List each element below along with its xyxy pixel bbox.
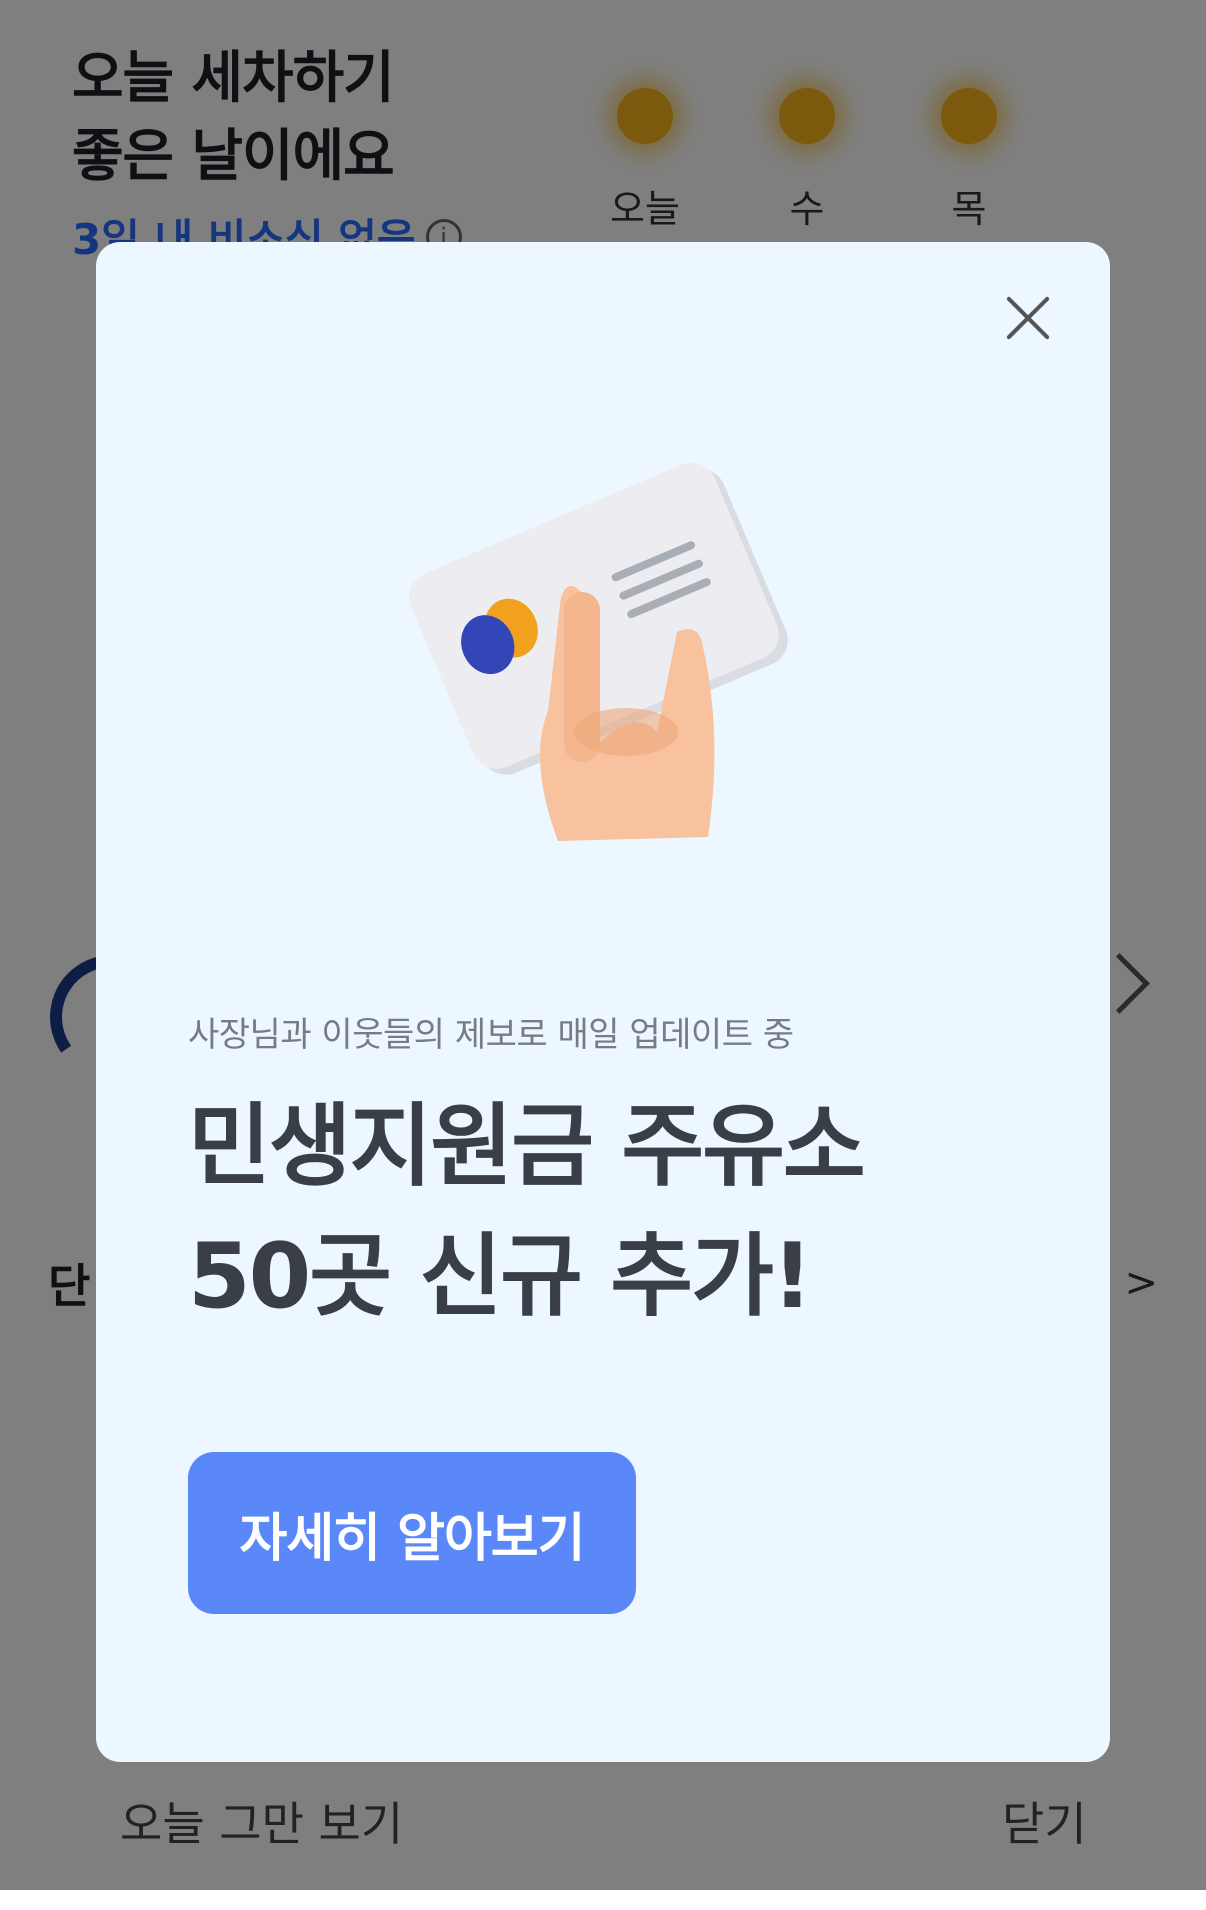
promo-modal: 사장님과 이웃들의 제보로 매일 업데이트 중 민생지원금 주유소 50곳 신규… bbox=[96, 242, 1110, 1762]
learn-more-button[interactable]: 자세히 알아보기 bbox=[188, 1452, 636, 1614]
modal-title-line-2: 50곳 신규 추가! bbox=[188, 1224, 813, 1329]
close-icon[interactable] bbox=[998, 287, 1060, 349]
dismiss-today-button[interactable]: 오늘 그만 보기 bbox=[120, 1788, 403, 1854]
modal-subtitle: 사장님과 이웃들의 제보로 매일 업데이트 중 bbox=[188, 1015, 794, 1055]
modal-title-line-1: 민생지원금 주유소 bbox=[188, 1094, 866, 1199]
hand-holding-card-icon bbox=[409, 462, 788, 841]
close-text-button[interactable]: 닫기 bbox=[1002, 1788, 1087, 1854]
modal-title: 민생지원금 주유소 50곳 신규 추가! bbox=[188, 1082, 866, 1342]
